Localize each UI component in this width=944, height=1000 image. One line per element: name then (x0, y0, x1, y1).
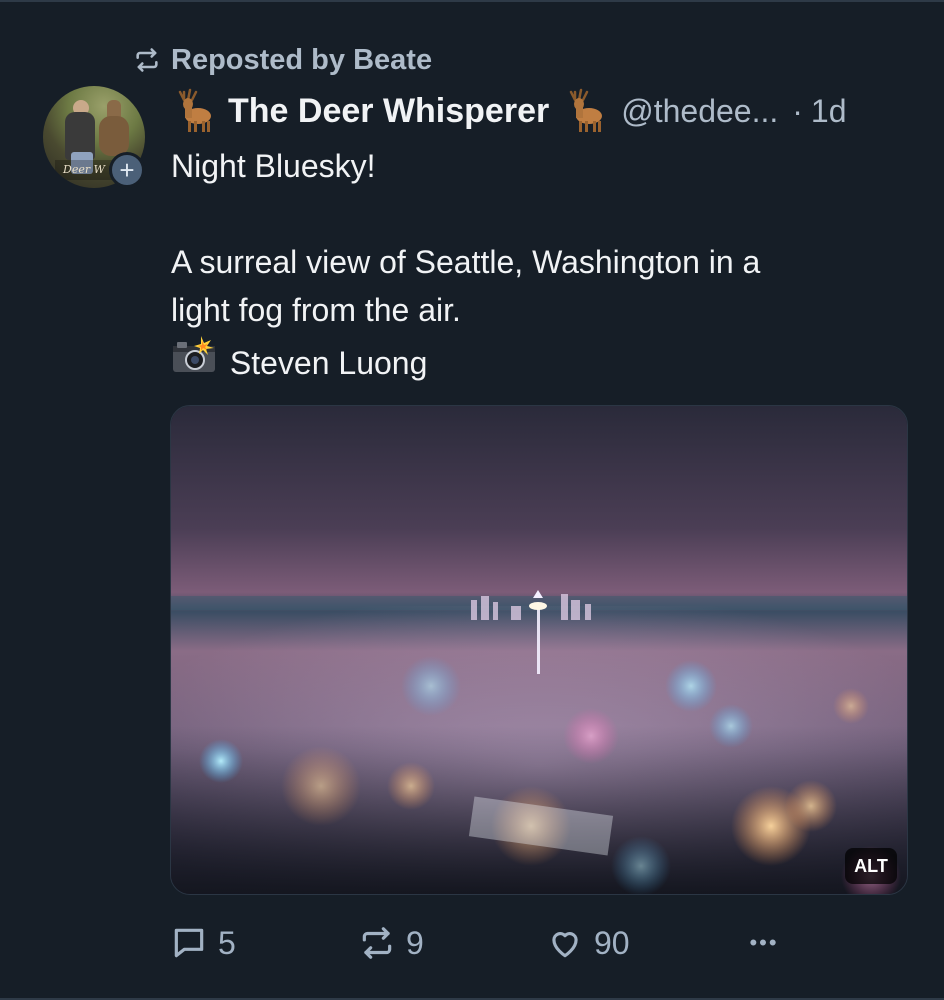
avatar-deer-body (99, 116, 129, 156)
heart-icon (552, 932, 578, 958)
post-line-5-text: Steven Luong (229, 345, 428, 381)
camera-flash-icon (173, 336, 215, 372)
post-header: The Deer Whisperer @thedee... · 1d (170, 86, 910, 136)
like-button[interactable]: 90 (546, 924, 734, 962)
reply-icon (174, 928, 204, 958)
post-line-5: Steven Luong (171, 334, 901, 382)
post-body: Night Bluesky! A surreal view of Seattle… (171, 142, 901, 382)
repost-label: Reposted by Beate (171, 43, 433, 76)
author-handle[interactable]: @thedee... (621, 93, 778, 130)
more-icon: ••• (749, 930, 779, 955)
plus-icon: + (119, 155, 135, 185)
reply-count: 5 (218, 924, 236, 961)
post-line-1: Night Bluesky! (171, 148, 376, 184)
separator-dot: · (792, 92, 803, 129)
repost-count: 9 (406, 924, 424, 961)
seattle-fog-photo (171, 406, 907, 894)
author-display-name[interactable]: The Deer Whisperer (228, 92, 549, 131)
repost-icon (136, 48, 158, 72)
top-divider (0, 0, 944, 2)
repost-action-icon (362, 927, 392, 959)
repost-indicator[interactable]: Reposted by Beate (133, 42, 432, 78)
post-line-3: A surreal view of Seattle, Washington in… (171, 244, 761, 280)
post-timestamp[interactable]: 1d (811, 93, 847, 130)
more-options-button[interactable]: ••• (734, 930, 794, 956)
post-line-2 (171, 190, 901, 238)
avatar-container[interactable]: Deer W + (43, 86, 145, 188)
deer-emoji-icon (178, 88, 211, 132)
post-actions: 5 9 90 ••• (170, 920, 910, 966)
repost-button[interactable]: 9 (358, 924, 546, 962)
post-line-4: light fog from the air. (171, 292, 461, 328)
avatar-sign-text: Deer W (55, 160, 113, 180)
like-count: 90 (594, 924, 630, 961)
reply-button[interactable]: 5 (170, 924, 358, 962)
follow-button[interactable]: + (109, 152, 145, 188)
post-image[interactable]: ALT (170, 405, 908, 895)
deer-emoji-icon-2 (569, 88, 603, 132)
alt-text-button[interactable]: ALT (845, 848, 897, 884)
